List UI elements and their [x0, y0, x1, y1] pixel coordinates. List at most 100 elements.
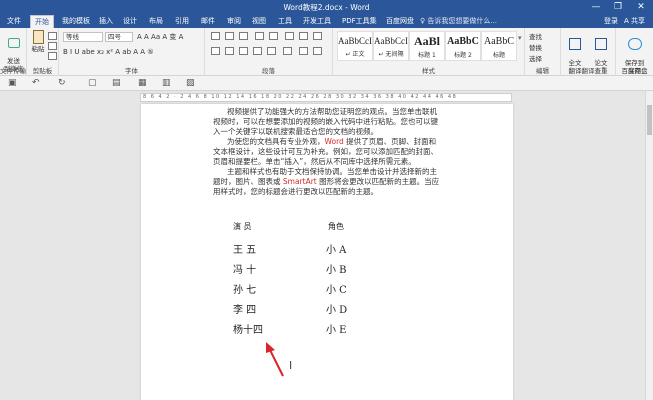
group-label-clipboard: 剪贴板 — [32, 67, 53, 75]
table-cell-role[interactable]: 小 E — [326, 321, 346, 336]
print-preview-icon[interactable]: ▦ — [138, 78, 147, 88]
font-name-select[interactable]: 等线 — [63, 32, 103, 42]
group-label-save: 保存 — [628, 67, 641, 75]
word-red-text: Word — [324, 137, 344, 146]
save-icon[interactable]: ▣ — [8, 78, 17, 88]
tell-me-search[interactable]: ♀ 告诉我您想要做什么... — [420, 16, 497, 26]
ruler-numbers: 8 6 4 2 · 2 4 6 8 10 12 14 16 18 20 22 2… — [143, 94, 458, 100]
group-label-editing: 编辑 — [536, 67, 549, 75]
distributed-icon[interactable] — [267, 47, 276, 55]
tab-view[interactable]: 视图 — [248, 15, 270, 28]
table-cell-actor[interactable]: 孙 七 — [233, 281, 256, 296]
multilevel-list-icon[interactable] — [239, 32, 248, 40]
ribbon-tabs: 文件 开始 我的模板 插入 设计 布局 引用 邮件 审阅 视图 工具 开发工具 … — [0, 14, 653, 28]
paste-button[interactable]: 粘贴 — [29, 30, 47, 53]
styles-more-icon[interactable]: ▾ — [518, 34, 522, 42]
smartart-red-text: SmartArt — [282, 177, 317, 186]
table-cell-actor[interactable]: 杨十四 — [233, 321, 263, 336]
style-name: 标题 1 — [418, 52, 436, 59]
justify-icon[interactable] — [253, 47, 262, 55]
tab-file[interactable]: 文件 — [3, 15, 25, 28]
restore-button[interactable]: ❐ — [607, 0, 629, 14]
bullets-icon[interactable] — [211, 32, 220, 40]
vertical-scrollbar[interactable] — [645, 91, 653, 400]
tab-developer[interactable]: 开发工具 — [299, 15, 335, 28]
table-cell-actor[interactable]: 李 四 — [233, 301, 256, 316]
select-button[interactable]: 选择 — [529, 53, 542, 63]
decrease-indent-icon[interactable] — [255, 32, 264, 40]
group-editing: 查找 替换 选择 编辑 — [525, 28, 561, 76]
document-page[interactable]: 视频提供了功能强大的方法帮助您证明您的观点。当您单击联机视频时，可以在想要添加的… — [141, 104, 513, 400]
tab-tools[interactable]: 工具 — [274, 15, 296, 28]
share-button[interactable]: A 共享 — [624, 16, 645, 26]
paragraph-2[interactable]: 为使您的文档具有专业外观，Word 提供了页眉、页脚、封面和文本框设计，这些设计… — [213, 137, 443, 167]
group-paragraph: 段落 — [205, 28, 333, 76]
table-cell-actor[interactable]: 王 五 — [233, 241, 256, 256]
format-painter-icon[interactable] — [48, 52, 57, 60]
tab-design[interactable]: 设计 — [119, 15, 141, 28]
style-heading-2[interactable]: AaBbC 标题 2 — [445, 31, 481, 61]
replace-button[interactable]: 替换 — [529, 42, 542, 52]
find-button[interactable]: 查找 — [529, 31, 542, 41]
login-link[interactable]: 登录 — [604, 16, 618, 26]
paragraph-1[interactable]: 视频提供了功能强大的方法帮助您证明您的观点。当您单击联机视频时，可以在想要添加的… — [213, 107, 443, 137]
table-cell-actor[interactable]: 冯 十 — [233, 261, 256, 276]
tab-mailings[interactable]: 邮件 — [197, 15, 219, 28]
paragraph-2-text: 为使您的文档具有专业外观， — [227, 137, 325, 146]
align-left-icon[interactable] — [211, 47, 220, 55]
table-cell-role[interactable]: 小 C — [326, 281, 347, 296]
borders-icon[interactable] — [313, 47, 322, 55]
close-button[interactable]: ✕ — [630, 0, 652, 14]
style-name: 标题 2 — [454, 52, 472, 59]
open-icon[interactable]: ▤ — [112, 78, 121, 88]
tab-references[interactable]: 引用 — [171, 15, 193, 28]
style-sample: AaBbC — [447, 36, 479, 47]
table-cell-role[interactable]: 小 B — [326, 261, 347, 276]
group-translate: 全文 翻译 论文 查重 翻译 — [561, 28, 616, 76]
tab-layout[interactable]: 布局 — [145, 15, 167, 28]
style-normal[interactable]: AaBbCcI ↵ 正文 — [337, 31, 373, 61]
show-marks-icon[interactable] — [313, 32, 322, 40]
table-cell-role[interactable]: 小 A — [326, 241, 346, 256]
style-title[interactable]: AaBbC 标题 — [481, 31, 517, 61]
align-center-icon[interactable] — [225, 47, 234, 55]
table-cell-role[interactable]: 小 D — [326, 301, 347, 316]
group-save: 保存到 百度网盘 保存 — [616, 28, 653, 76]
style-name: ↵ 正文 — [345, 51, 365, 58]
tab-home[interactable]: 开始 — [30, 15, 54, 28]
style-no-spacing[interactable]: AaBbCcI ↵ 无间隔 — [373, 31, 409, 61]
shading-icon[interactable] — [299, 47, 308, 55]
print-icon[interactable]: ▥ — [162, 78, 171, 88]
ribbon-home: 发送 到微信 文件传输 粘贴 剪贴板 等线 四号 A A Aa A 变 A B … — [0, 28, 653, 76]
font-tools-row1[interactable]: A A Aa A 变 A — [137, 32, 183, 42]
sort-icon[interactable] — [299, 32, 308, 40]
header-role[interactable]: 角色 — [328, 221, 344, 232]
tab-baidu-netdisk[interactable]: 百度网盘 — [382, 15, 418, 28]
increase-indent-icon[interactable] — [269, 32, 278, 40]
align-right-icon[interactable] — [239, 47, 248, 55]
customize-icon[interactable]: ▧ — [186, 78, 195, 88]
paragraph-3[interactable]: 主题和样式也有助于文档保持协调。当您单击设计并选择新的主题时，图片、图表或 Sm… — [213, 167, 443, 197]
minimize-button[interactable]: — — [585, 0, 607, 14]
header-actor[interactable]: 演 员 — [233, 221, 252, 232]
style-heading-1[interactable]: AaBl 标题 1 — [409, 31, 445, 61]
scrollbar-thumb[interactable] — [647, 105, 652, 135]
font-size-select[interactable]: 四号 — [105, 32, 133, 42]
new-doc-icon[interactable]: ▢ — [88, 78, 97, 88]
numbering-icon[interactable] — [225, 32, 234, 40]
tab-pdf-tools[interactable]: PDF工具集 — [338, 15, 381, 28]
line-spacing-icon[interactable] — [283, 47, 292, 55]
cut-icon[interactable] — [48, 32, 57, 40]
copy-icon[interactable] — [48, 42, 57, 50]
tab-templates[interactable]: 我的模板 — [58, 15, 94, 28]
chinese-layout-icon[interactable] — [285, 32, 294, 40]
paste-icon — [32, 30, 44, 44]
tab-review[interactable]: 审阅 — [223, 15, 245, 28]
redo-icon[interactable]: ↻ — [58, 78, 66, 88]
font-format-row[interactable]: B I U abe x₂ x² A ab A A ⑤ — [63, 48, 154, 56]
paste-label: 粘贴 — [31, 45, 45, 53]
paper-check-icon — [595, 38, 607, 50]
undo-icon[interactable]: ↶ — [32, 78, 40, 88]
tab-insert[interactable]: 插入 — [95, 15, 117, 28]
horizontal-ruler[interactable]: 8 6 4 2 · 2 4 6 8 10 12 14 16 18 20 22 2… — [140, 93, 512, 102]
